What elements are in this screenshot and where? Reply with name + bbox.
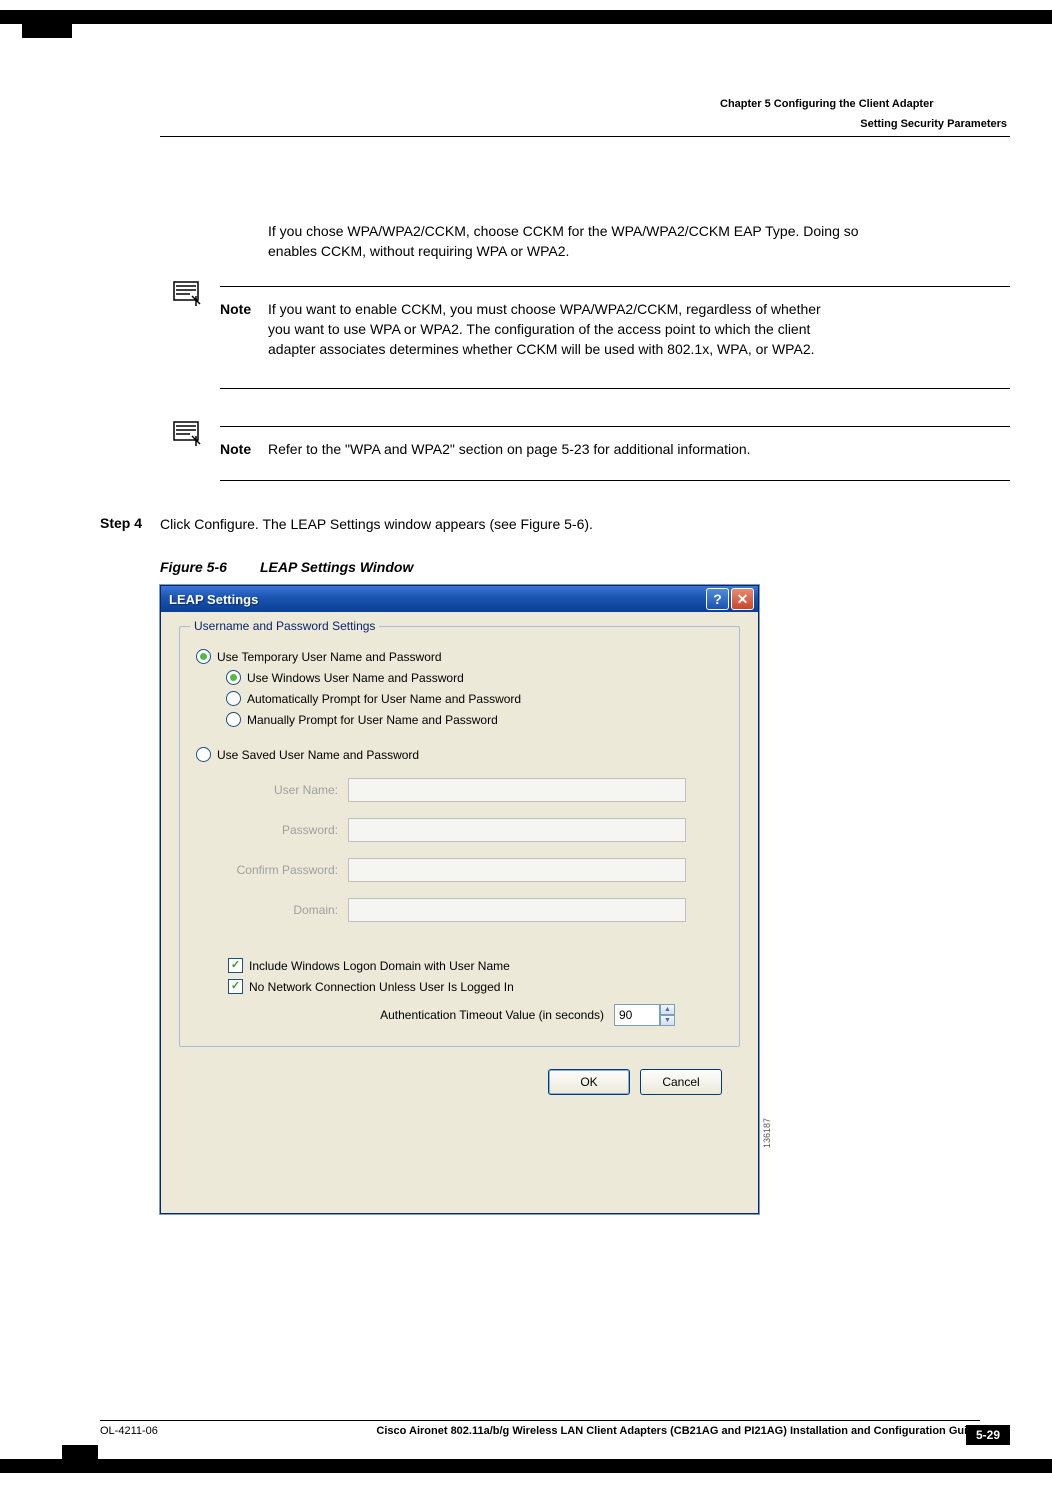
note2-bottom-rule bbox=[220, 480, 1010, 481]
cancel-button[interactable]: Cancel bbox=[640, 1069, 722, 1095]
ok-button[interactable]: OK bbox=[548, 1069, 630, 1095]
button-label: Cancel bbox=[662, 1075, 699, 1089]
checkbox-icon bbox=[228, 958, 243, 973]
radio-icon bbox=[196, 747, 211, 762]
radio-label: Use Saved User Name and Password bbox=[217, 748, 419, 762]
confirm-password-field[interactable] bbox=[348, 858, 686, 882]
page-footer: OL-4211-06 Cisco Aironet 802.11a/b/g Wir… bbox=[100, 1420, 980, 1437]
dialog-titlebar[interactable]: LEAP Settings ? ✕ bbox=[161, 586, 758, 612]
chapter-label: Chapter 5 Configuring the Client Adapter bbox=[720, 98, 934, 110]
button-label: OK bbox=[580, 1075, 597, 1089]
doc-number: OL-4211-06 bbox=[100, 1425, 158, 1437]
radio-label: Automatically Prompt for User Name and P… bbox=[247, 692, 521, 706]
radio-label: Use Windows User Name and Password bbox=[247, 671, 464, 685]
checkbox-label: No Network Connection Unless User Is Log… bbox=[249, 980, 514, 994]
radio-icon bbox=[196, 649, 211, 664]
note1-line3: adapter associates determines whether CC… bbox=[268, 340, 815, 360]
chevron-up-icon[interactable]: ▲ bbox=[660, 1004, 675, 1015]
timeout-spinner[interactable]: ▲ ▼ bbox=[660, 1004, 675, 1026]
checkbox-label: Include Windows Logon Domain with User N… bbox=[249, 959, 510, 973]
confirm-password-label: Confirm Password: bbox=[196, 863, 338, 877]
username-label: User Name: bbox=[196, 783, 338, 797]
body-line-2: enables CCKM, without requiring WPA or W… bbox=[268, 242, 569, 262]
radio-use-temporary[interactable]: Use Temporary User Name and Password bbox=[196, 649, 723, 664]
body-line-1: If you chose WPA/WPA2/CCKM, choose CCKM … bbox=[268, 222, 859, 242]
leap-settings-dialog: LEAP Settings ? ✕ Username and Password … bbox=[160, 585, 759, 1214]
radio-label: Use Temporary User Name and Password bbox=[217, 650, 442, 664]
domain-field[interactable] bbox=[348, 898, 686, 922]
group-legend: Username and Password Settings bbox=[190, 619, 379, 633]
step4-text: Click Configure. The LEAP Settings windo… bbox=[160, 515, 593, 535]
close-icon[interactable]: ✕ bbox=[731, 588, 754, 610]
timeout-value-input[interactable]: 90 bbox=[614, 1004, 660, 1026]
password-field[interactable] bbox=[348, 818, 686, 842]
radio-use-saved[interactable]: Use Saved User Name and Password bbox=[196, 747, 723, 762]
radio-icon bbox=[226, 712, 241, 727]
note1-bottom-rule bbox=[220, 388, 1010, 389]
note1-label: Note bbox=[220, 300, 251, 320]
note2-top-rule bbox=[220, 426, 1010, 427]
radio-auto-prompt[interactable]: Automatically Prompt for User Name and P… bbox=[226, 691, 723, 706]
checkbox-no-network[interactable]: No Network Connection Unless User Is Log… bbox=[228, 979, 723, 994]
checkbox-icon bbox=[228, 979, 243, 994]
note2-text: Refer to the "WPA and WPA2" section on p… bbox=[268, 440, 751, 460]
figure-caption-text: LEAP Settings Window bbox=[260, 558, 413, 578]
figure-id: 136187 bbox=[762, 1118, 772, 1148]
note-icon bbox=[170, 278, 202, 310]
username-password-group: Username and Password Settings Use Tempo… bbox=[179, 626, 740, 1047]
radio-icon bbox=[226, 691, 241, 706]
header-rule bbox=[160, 136, 1010, 137]
radio-icon bbox=[226, 670, 241, 685]
doc-title: Cisco Aironet 802.11a/b/g Wireless LAN C… bbox=[376, 1425, 980, 1437]
timeout-label: Authentication Timeout Value (in seconds… bbox=[380, 1008, 604, 1022]
checkbox-include-domain[interactable]: Include Windows Logon Domain with User N… bbox=[228, 958, 723, 973]
note2-label: Note bbox=[220, 440, 251, 460]
help-icon[interactable]: ? bbox=[706, 588, 729, 610]
chevron-down-icon[interactable]: ▼ bbox=[660, 1015, 675, 1026]
note1-line1: If you want to enable CCKM, you must cho… bbox=[268, 300, 821, 320]
password-label: Password: bbox=[196, 823, 338, 837]
radio-use-windows[interactable]: Use Windows User Name and Password bbox=[226, 670, 723, 685]
username-field[interactable] bbox=[348, 778, 686, 802]
page-top-border bbox=[0, 10, 1052, 24]
radio-label: Manually Prompt for User Name and Passwo… bbox=[247, 713, 498, 727]
note1-line2: you want to use WPA or WPA2. The configu… bbox=[268, 320, 810, 340]
radio-manual-prompt[interactable]: Manually Prompt for User Name and Passwo… bbox=[226, 712, 723, 727]
step-marker: Step 4 bbox=[100, 515, 142, 531]
note-icon-2 bbox=[170, 418, 202, 450]
page-number: 5-29 bbox=[966, 1425, 1010, 1445]
section-label: Setting Security Parameters bbox=[860, 118, 1007, 130]
timeout-value: 90 bbox=[619, 1008, 632, 1022]
figure-caption-bold: Figure 5-6 bbox=[160, 558, 227, 578]
dialog-title: LEAP Settings bbox=[169, 592, 258, 607]
note1-top-rule bbox=[220, 286, 1010, 287]
page-bottom-border bbox=[0, 1459, 1052, 1473]
domain-label: Domain: bbox=[196, 903, 338, 917]
